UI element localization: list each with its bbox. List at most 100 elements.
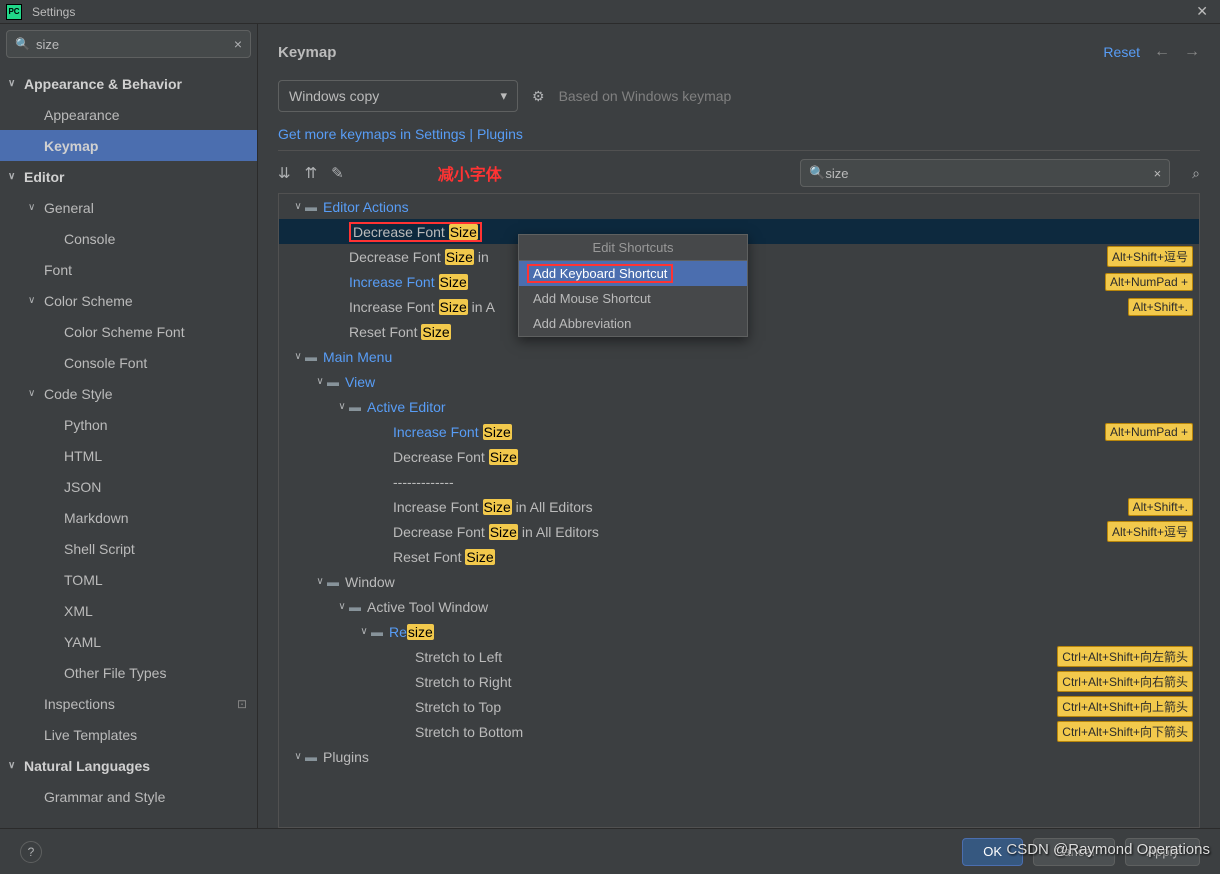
sidebar-item[interactable]: TOML bbox=[0, 564, 257, 595]
gear-icon[interactable]: ⊡ bbox=[237, 697, 247, 711]
gear-icon[interactable]: ⚙ bbox=[532, 88, 545, 105]
sidebar-label: General bbox=[44, 200, 94, 216]
action-row[interactable]: ∨▬Window bbox=[279, 569, 1199, 594]
action-row[interactable]: Decrease Font Size bbox=[279, 444, 1199, 469]
sidebar-item[interactable]: HTML bbox=[0, 440, 257, 471]
ctx-add-abbrev[interactable]: Add Abbreviation bbox=[519, 311, 747, 336]
sidebar-item[interactable]: ∨Appearance & Behavior bbox=[0, 68, 257, 99]
action-row[interactable]: ∨▬Active Editor bbox=[279, 394, 1199, 419]
action-label: View bbox=[345, 374, 1193, 390]
action-row[interactable]: ∨▬View bbox=[279, 369, 1199, 394]
action-row[interactable]: Stretch to TopCtrl+Alt+Shift+向上箭头 bbox=[279, 694, 1199, 719]
sidebar-item[interactable]: ∨General bbox=[0, 192, 257, 223]
sidebar-item[interactable]: Other File Types bbox=[0, 657, 257, 688]
sidebar-label: Color Scheme Font bbox=[64, 324, 185, 340]
folder-icon: ▬ bbox=[305, 200, 323, 214]
action-search[interactable]: 🔍 × bbox=[800, 159, 1170, 187]
shortcut-badge: Alt+Shift+逗号 bbox=[1107, 521, 1193, 542]
sidebar-item[interactable]: ∨Editor bbox=[0, 161, 257, 192]
reset-link[interactable]: Reset bbox=[1103, 44, 1140, 60]
shortcut-badge: Ctrl+Alt+Shift+向上箭头 bbox=[1057, 696, 1193, 717]
edit-icon[interactable]: ✎ bbox=[331, 164, 344, 182]
sidebar-item[interactable]: ∨Natural Languages bbox=[0, 750, 257, 781]
sidebar-item[interactable]: Markdown bbox=[0, 502, 257, 533]
find-action-icon[interactable]: ⌕ bbox=[1192, 165, 1200, 182]
action-row[interactable]: ∨▬Editor Actions bbox=[279, 194, 1199, 219]
sidebar-item[interactable]: JSON bbox=[0, 471, 257, 502]
action-row[interactable]: Increase Font Size in All EditorsAlt+Shi… bbox=[279, 494, 1199, 519]
sidebar-item[interactable]: YAML bbox=[0, 626, 257, 657]
sidebar-item[interactable]: Live Templates bbox=[0, 719, 257, 750]
action-label: Decrease Font Size bbox=[349, 222, 1193, 242]
keymap-dropdown[interactable]: Windows copy ▾ bbox=[278, 80, 518, 112]
help-button[interactable]: ? bbox=[20, 841, 42, 863]
back-icon[interactable]: ← bbox=[1154, 43, 1170, 61]
ctx-add-mouse[interactable]: Add Mouse Shortcut bbox=[519, 286, 747, 311]
action-row[interactable]: Stretch to RightCtrl+Alt+Shift+向右箭头 bbox=[279, 669, 1199, 694]
action-label: Main Menu bbox=[323, 349, 1193, 365]
sidebar-item[interactable]: Color Scheme Font bbox=[0, 316, 257, 347]
sidebar-label: XML bbox=[64, 603, 93, 619]
action-row[interactable]: Reset Font Size bbox=[279, 544, 1199, 569]
folder-icon: ▬ bbox=[371, 625, 389, 639]
settings-search[interactable]: 🔍 × bbox=[6, 30, 251, 58]
collapse-all-icon[interactable]: ⇈ bbox=[305, 164, 318, 182]
action-label: Stretch to Right bbox=[415, 674, 1057, 690]
divider bbox=[278, 150, 1200, 151]
action-label: Stretch to Bottom bbox=[415, 724, 1057, 740]
shortcut-badge: Ctrl+Alt+Shift+向左箭头 bbox=[1057, 646, 1193, 667]
app-icon: PC bbox=[6, 4, 22, 20]
action-row[interactable]: ∨▬Resize bbox=[279, 619, 1199, 644]
action-row[interactable]: Stretch to LeftCtrl+Alt+Shift+向左箭头 bbox=[279, 644, 1199, 669]
chevron-icon: ∨ bbox=[8, 78, 24, 89]
action-row[interactable]: Decrease Font Size in All EditorsAlt+Shi… bbox=[279, 519, 1199, 544]
ok-button[interactable]: OK bbox=[962, 838, 1023, 866]
sidebar-item[interactable]: Shell Script bbox=[0, 533, 257, 564]
sidebar-item[interactable]: Console bbox=[0, 223, 257, 254]
shortcut-badge: Alt+Shift+. bbox=[1128, 298, 1193, 316]
sidebar-item[interactable]: ∨Color Scheme bbox=[0, 285, 257, 316]
sidebar-label: Console bbox=[64, 231, 115, 247]
cancel-button[interactable]: Cancel bbox=[1033, 838, 1115, 866]
apply-button[interactable]: Apply bbox=[1125, 838, 1200, 866]
action-row[interactable]: ∨▬Plugins bbox=[279, 744, 1199, 769]
action-row[interactable]: Stretch to BottomCtrl+Alt+Shift+向下箭头 bbox=[279, 719, 1199, 744]
plugins-link[interactable]: Get more keymaps in Settings | Plugins bbox=[278, 126, 1200, 142]
action-row[interactable]: ∨▬Active Tool Window bbox=[279, 594, 1199, 619]
forward-icon[interactable]: → bbox=[1184, 43, 1200, 61]
sidebar-item[interactable]: Inspections⊡ bbox=[0, 688, 257, 719]
folder-icon: ▬ bbox=[305, 350, 323, 364]
clear-icon[interactable]: × bbox=[234, 36, 242, 52]
sidebar-item[interactable]: Python bbox=[0, 409, 257, 440]
action-search-input[interactable] bbox=[825, 166, 1153, 181]
chevron-icon: ∨ bbox=[8, 760, 24, 771]
action-row[interactable]: ------------- bbox=[279, 469, 1199, 494]
action-row[interactable]: Increase Font SizeAlt+NumPad + bbox=[279, 419, 1199, 444]
sidebar-item[interactable]: Grammar and Style bbox=[0, 781, 257, 812]
folder-icon: ▬ bbox=[349, 600, 367, 614]
sidebar-item[interactable]: Console Font bbox=[0, 347, 257, 378]
sidebar-item[interactable]: Appearance bbox=[0, 99, 257, 130]
clear-icon[interactable]: × bbox=[1154, 166, 1162, 181]
action-label: Plugins bbox=[323, 749, 1193, 765]
sidebar-item[interactable]: XML bbox=[0, 595, 257, 626]
shortcut-badge: Alt+Shift+逗号 bbox=[1107, 246, 1193, 267]
sidebar-item[interactable]: ∨Code Style bbox=[0, 378, 257, 409]
close-icon[interactable]: ✕ bbox=[1190, 3, 1214, 20]
sidebar-label: Console Font bbox=[64, 355, 147, 371]
sidebar-item[interactable]: Font bbox=[0, 254, 257, 285]
context-menu: Edit Shortcuts Add Keyboard Shortcut Add… bbox=[518, 234, 748, 337]
ctx-add-keyboard[interactable]: Add Keyboard Shortcut bbox=[519, 261, 747, 286]
sidebar-item[interactable]: Keymap bbox=[0, 130, 257, 161]
expand-all-icon[interactable]: ⇊ bbox=[278, 164, 291, 182]
sidebar-label: Python bbox=[64, 417, 108, 433]
window-title: Settings bbox=[32, 5, 75, 19]
chevron-icon: ∨ bbox=[291, 351, 305, 362]
search-input[interactable] bbox=[36, 37, 234, 52]
action-row[interactable]: ∨▬Main Menu bbox=[279, 344, 1199, 369]
sidebar-label: Appearance bbox=[44, 107, 120, 123]
chevron-icon: ∨ bbox=[28, 202, 44, 213]
based-on-text: Based on Windows keymap bbox=[559, 88, 732, 104]
action-label: Stretch to Left bbox=[415, 649, 1057, 665]
shortcut-badge: Alt+NumPad + bbox=[1105, 273, 1193, 291]
